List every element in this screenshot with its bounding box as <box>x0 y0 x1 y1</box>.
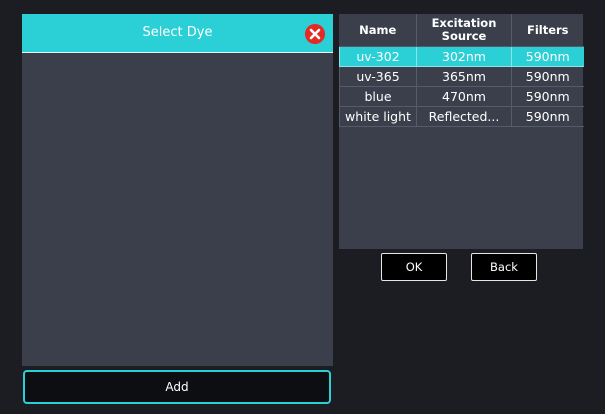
dye-table: Name Excitation Source Filters uv-302 302… <box>339 14 584 127</box>
cell-excitation-source: Reflected... <box>416 106 512 127</box>
dialog-header: Select Dye <box>22 14 333 53</box>
column-header-excitation-source: Excitation Source <box>416 14 512 47</box>
cell-name: blue <box>339 86 417 107</box>
cell-name: white light <box>339 106 417 127</box>
ok-button[interactable]: OK <box>381 253 447 281</box>
column-header-filters: Filters <box>511 14 584 47</box>
dye-table-panel: Name Excitation Source Filters uv-302 302… <box>339 14 584 249</box>
close-icon <box>309 28 321 40</box>
table-header-row: Name Excitation Source Filters <box>339 14 584 47</box>
cell-excitation-source: 365nm <box>416 66 512 87</box>
back-button[interactable]: Back <box>471 253 537 281</box>
dialog-title: Select Dye <box>142 25 213 40</box>
cell-excitation-source: 470nm <box>416 86 512 107</box>
cell-filter: 590nm <box>511 106 584 127</box>
add-button[interactable]: Add <box>23 370 331 404</box>
cell-excitation-source: 302nm <box>416 46 512 67</box>
table-row[interactable]: uv-365 365nm 590nm <box>339 66 584 87</box>
cell-name: uv-365 <box>339 66 417 87</box>
table-row[interactable]: white light Reflected... 590nm <box>339 106 584 127</box>
table-row[interactable]: blue 470nm 590nm <box>339 86 584 107</box>
cell-filter: 590nm <box>511 46 584 67</box>
cell-name: uv-302 <box>339 46 417 67</box>
dye-list-panel: Select Dye <box>22 14 333 366</box>
cell-filter: 590nm <box>511 66 584 87</box>
table-row[interactable]: uv-302 302nm 590nm <box>339 46 584 67</box>
column-header-name: Name <box>339 14 417 47</box>
close-button[interactable] <box>305 24 325 44</box>
cell-filter: 590nm <box>511 86 584 107</box>
